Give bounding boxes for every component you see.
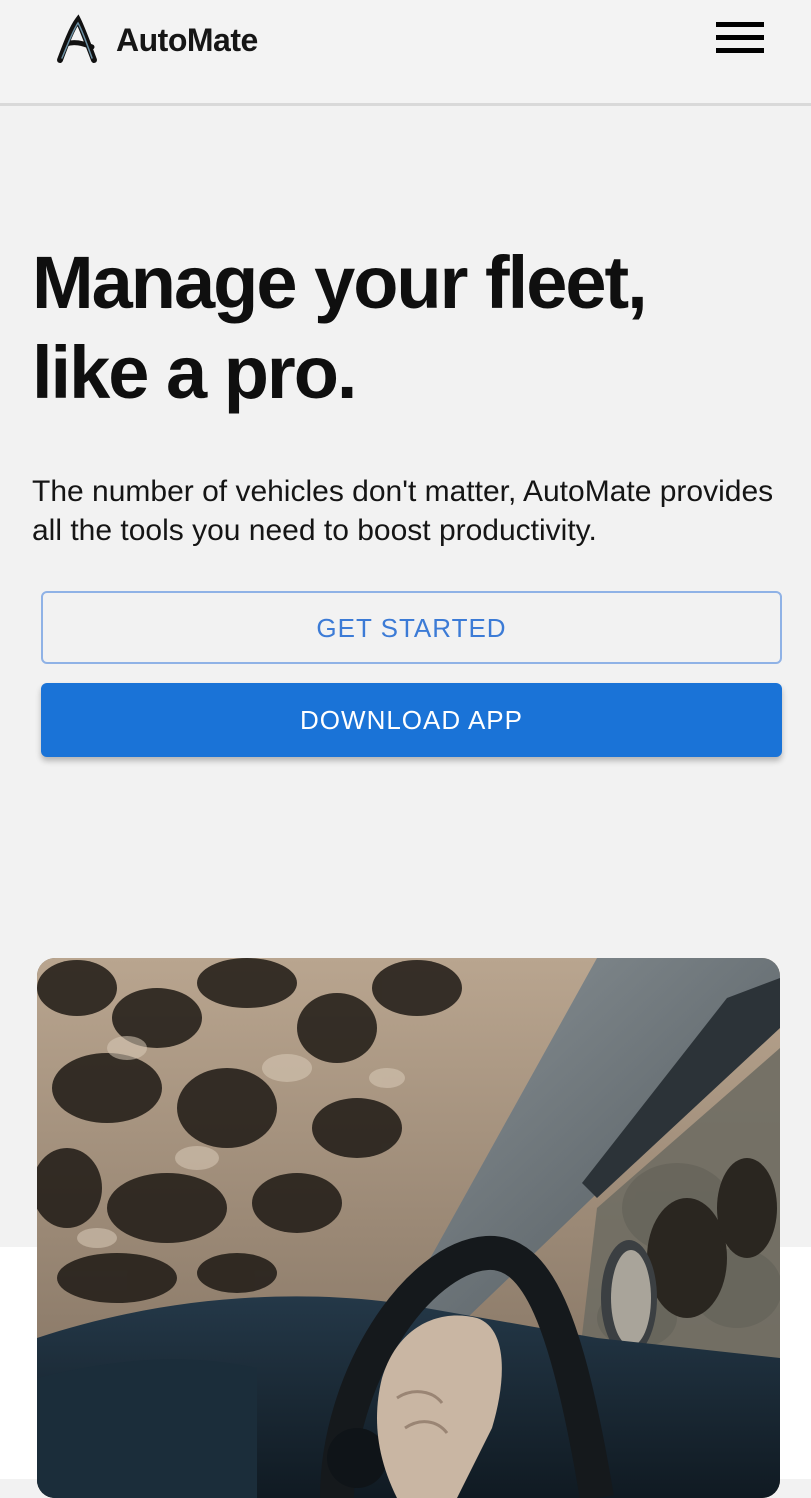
hero-photo-driving [37,958,780,1498]
hero-title: Manage your fleet, like a pro. [32,238,772,418]
download-app-button[interactable]: DOWNLOAD APP [41,683,782,757]
hero-title-line-2: like a pro. [32,331,357,414]
hamburger-menu-icon[interactable] [712,18,768,62]
automate-logo-icon[interactable] [52,14,102,66]
brand-name[interactable]: AutoMate [116,20,258,60]
hero-description: The number of vehicles don't matter, Aut… [32,475,774,547]
get-started-button[interactable]: GET STARTED [41,591,782,664]
hero-title-line-1: Manage your fleet, [32,241,648,324]
top-navbar: AutoMate [0,0,811,106]
driving-scene-illustration [37,958,780,1498]
